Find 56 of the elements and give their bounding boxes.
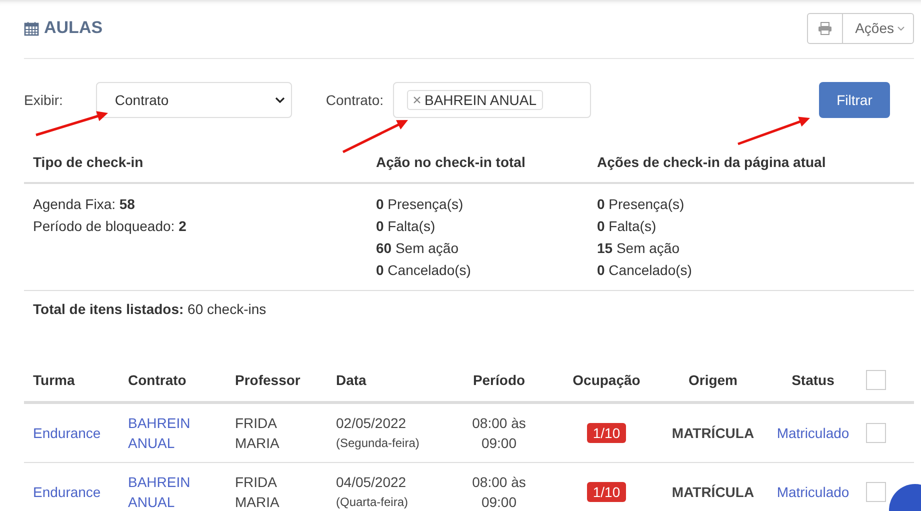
teacher-cell-text: FRIDA MARIA bbox=[235, 473, 280, 511]
summary-line: 0 Falta(s) bbox=[376, 217, 436, 236]
summary-line: 60 Sem ação bbox=[376, 239, 460, 258]
column-header: Período bbox=[472, 372, 526, 388]
weekday-cell-text: (Quarta-feira) bbox=[336, 494, 408, 511]
calendar-icon bbox=[24, 20, 39, 36]
summary-heading: Ações de check-in da página atual bbox=[597, 154, 826, 170]
close-icon[interactable] bbox=[412, 96, 420, 104]
origin-cell-text: MATRÍCULA bbox=[672, 483, 754, 502]
show-select[interactable]: Contrato bbox=[96, 82, 292, 118]
summary-heading: Ação no check-in total bbox=[376, 154, 526, 170]
summary-line: Agenda Fixa: 58 bbox=[33, 195, 136, 214]
row-checkbox[interactable] bbox=[866, 482, 886, 502]
page-title: AULAS bbox=[44, 18, 103, 38]
class-link[interactable]: Endurance bbox=[33, 423, 101, 443]
contract-link[interactable]: BAHREIN ANUAL bbox=[128, 472, 190, 511]
summary-line: 15 Sem ação bbox=[597, 239, 681, 258]
teacher-cell-text: FRIDA MARIA bbox=[235, 414, 280, 453]
column-header: Origem bbox=[687, 372, 738, 388]
status-link[interactable]: Matriculado bbox=[776, 423, 850, 443]
column-header: Professor bbox=[234, 372, 302, 388]
occupancy-badge: 1/10 bbox=[586, 482, 626, 502]
total-text: Total de itens listados: 60 check-ins bbox=[33, 301, 266, 317]
summary-line: 0 Presença(s) bbox=[597, 195, 686, 214]
show-label: Exibir: bbox=[24, 92, 63, 108]
summary-line: 0 Falta(s) bbox=[597, 217, 658, 236]
summary-line: 0 Cancelado(s) bbox=[376, 261, 472, 280]
summary-line: Período de bloqueado: 2 bbox=[33, 217, 188, 236]
contract-label: Contrato: bbox=[326, 92, 384, 108]
row-checkbox[interactable] bbox=[866, 423, 886, 443]
date-cell-text: 02/05/2022 bbox=[336, 414, 406, 433]
chevron-down-icon bbox=[274, 97, 285, 103]
chevron-down-icon bbox=[897, 26, 905, 30]
summary-line: 0 Presença(s) bbox=[376, 195, 464, 214]
filter-button[interactable]: Filtrar bbox=[819, 82, 890, 118]
printer-icon bbox=[818, 22, 832, 34]
period-cell-text: 08:00 às 09:00 bbox=[472, 414, 526, 453]
status-link[interactable]: Matriculado bbox=[776, 482, 850, 502]
contract-tag[interactable]: BAHREIN ANUAL bbox=[406, 90, 543, 110]
select-all-checkbox[interactable] bbox=[866, 370, 886, 390]
weekday-cell-text: (Segunda-feira) bbox=[336, 435, 420, 452]
occupancy-badge: 1/10 bbox=[586, 423, 626, 443]
contract-field[interactable]: BAHREIN ANUAL bbox=[392, 82, 590, 118]
column-header: Ocupação bbox=[572, 372, 642, 388]
period-cell-text: 08:00 às 09:00 bbox=[472, 473, 526, 511]
annotation-arrow bbox=[342, 120, 408, 154]
origin-cell-text: MATRÍCULA bbox=[672, 424, 754, 443]
column-header: Contrato bbox=[127, 372, 188, 388]
summary-heading: Tipo de check-in bbox=[33, 154, 144, 170]
summary-line: 0 Cancelado(s) bbox=[597, 261, 693, 280]
contract-link[interactable]: BAHREIN ANUAL bbox=[128, 413, 190, 453]
column-header: Status bbox=[790, 372, 836, 388]
column-header: Data bbox=[335, 372, 368, 388]
class-link[interactable]: Endurance bbox=[33, 482, 101, 502]
column-header: Turma bbox=[32, 372, 76, 388]
date-cell-text: 04/05/2022 bbox=[336, 473, 406, 492]
